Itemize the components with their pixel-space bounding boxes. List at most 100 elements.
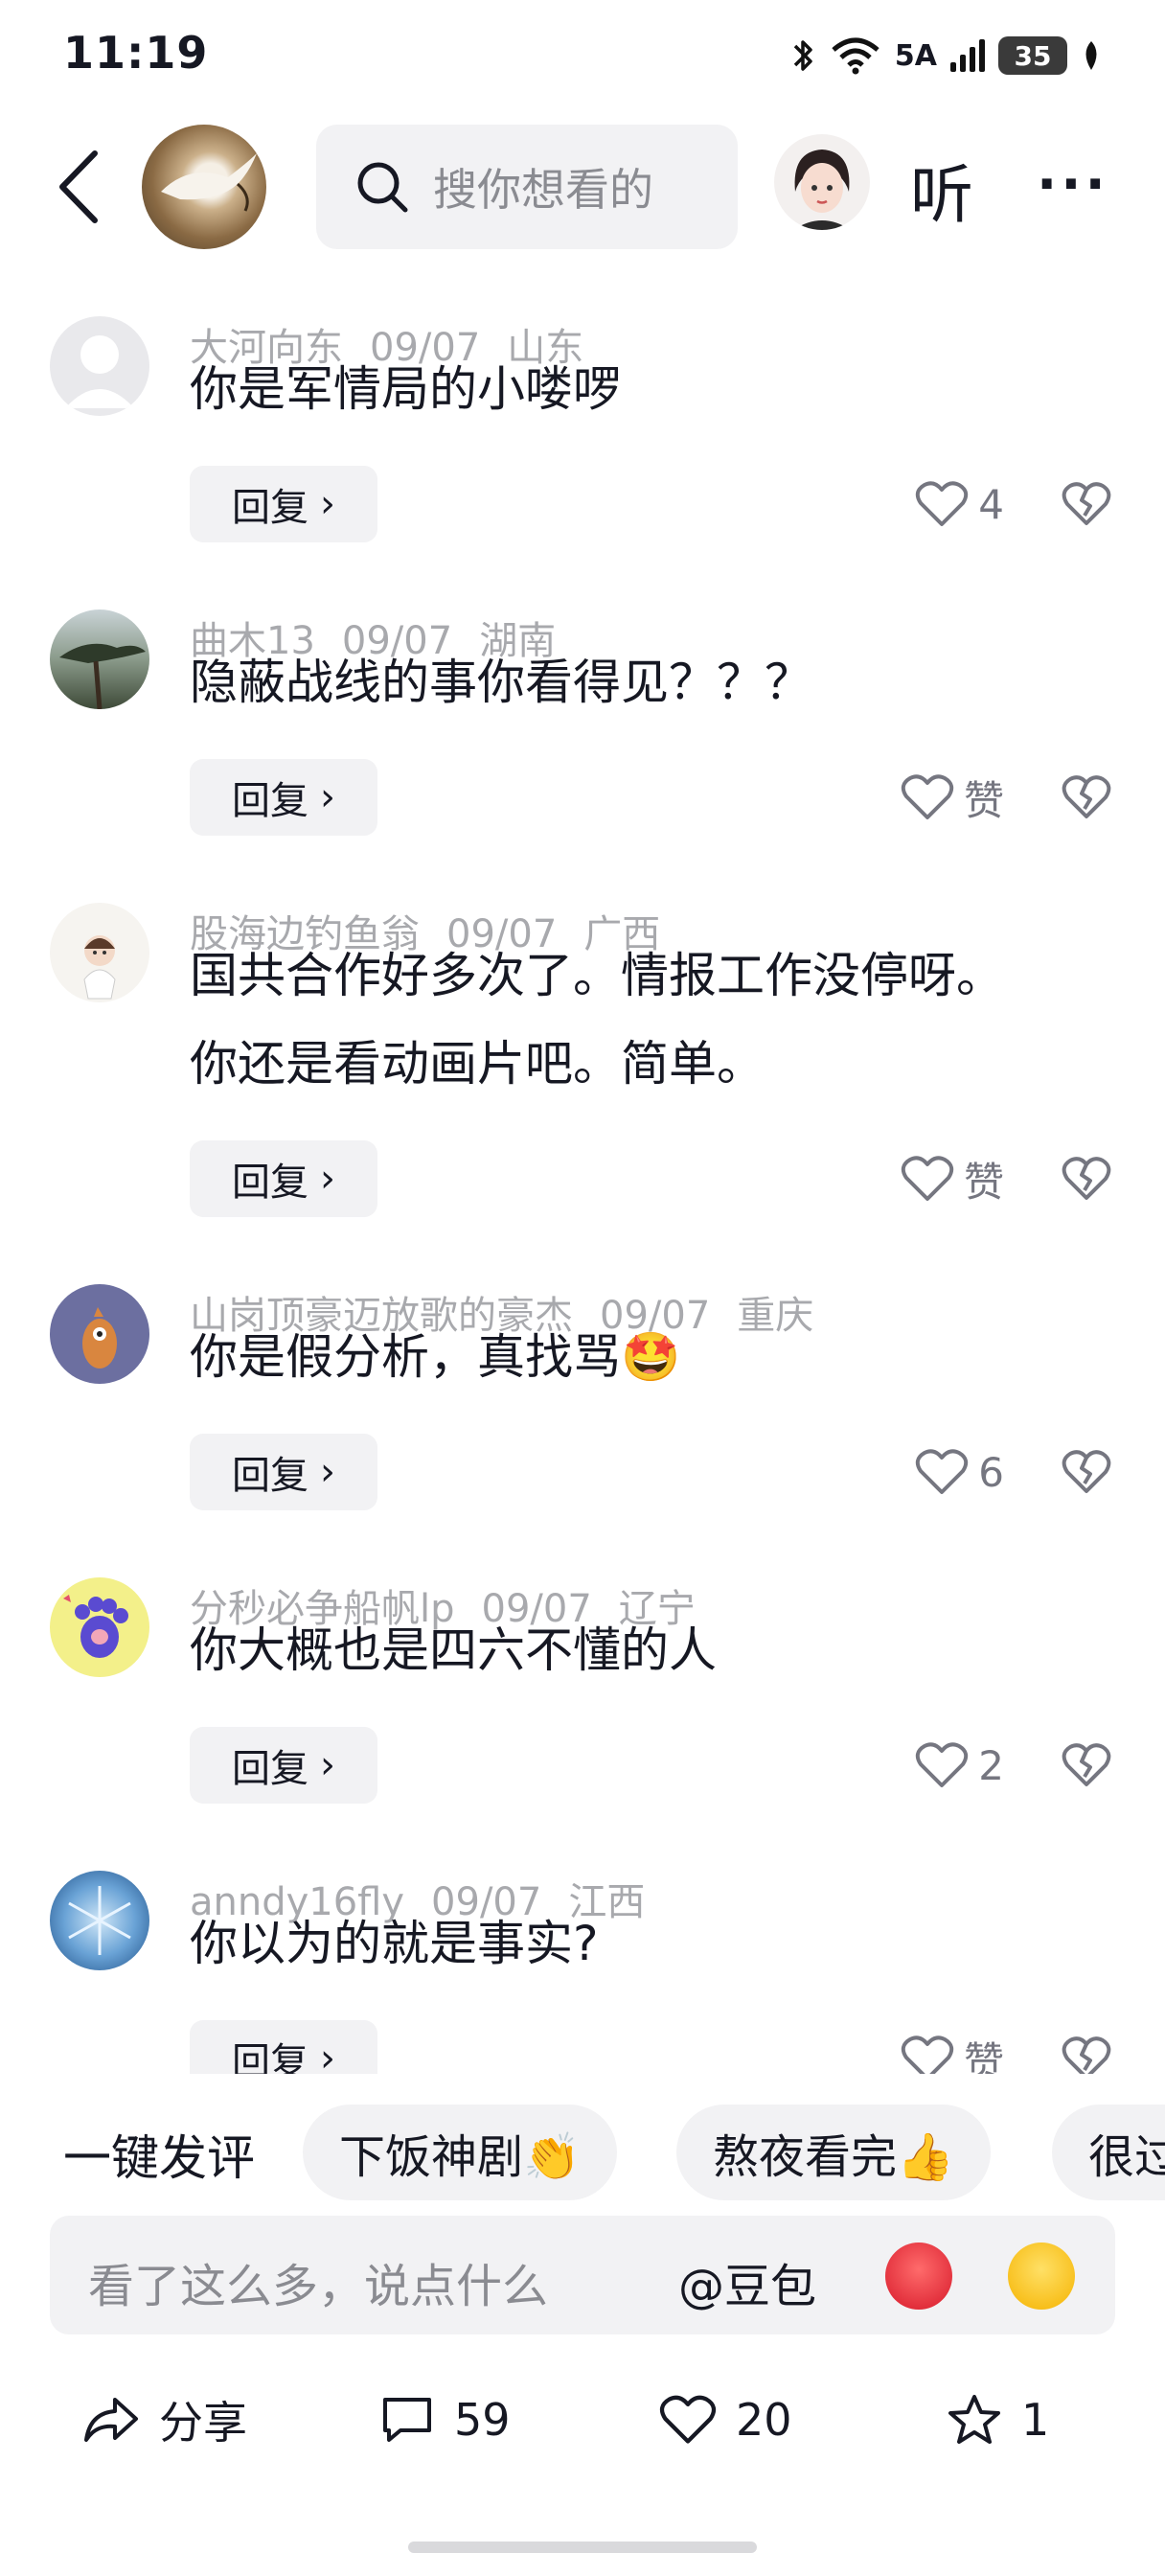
like-video-button[interactable]: 20: [659, 2377, 792, 2463]
like-button[interactable]: 6: [915, 1434, 1004, 1510]
quick-comment-bar: 一键发评 下饭神剧👏 熬夜看完👍 很过: [0, 2099, 1165, 2204]
like-count: 赞: [963, 2037, 1004, 2075]
broken-heart-icon: [1062, 775, 1111, 818]
action-bar: 分享 59 20 1: [0, 2377, 1165, 2463]
comment-text: 国共合作好多次了。情报工作没停呀。: [190, 948, 1004, 1003]
reply-button[interactable]: 回复 ›: [190, 2020, 377, 2074]
pine-tree-icon: [59, 643, 146, 709]
quick-comment-chip[interactable]: 下饭神剧👏: [303, 2104, 617, 2200]
heart-icon: [916, 481, 969, 526]
comment-region: 重庆: [737, 1294, 814, 1338]
chevron-right-icon: ›: [320, 1157, 335, 1201]
chevron-right-icon: ›: [320, 1450, 335, 1494]
user-avatar[interactable]: [50, 1577, 149, 1677]
dislike-button[interactable]: [1058, 2020, 1115, 2074]
comment-text: 你以为的就是事实?: [190, 1916, 599, 1971]
leaf-icon: [1085, 41, 1097, 70]
reply-button[interactable]: 回复 ›: [190, 466, 377, 542]
search-placeholder: 搜你想看的: [433, 164, 653, 216]
home-indicator[interactable]: [408, 2542, 757, 2553]
like-count: 赞: [963, 776, 1004, 824]
reply-label: 回复: [232, 779, 308, 823]
user-avatar[interactable]: [50, 1871, 149, 1970]
broken-heart-icon: [1062, 2036, 1111, 2074]
reply-button[interactable]: 回复 ›: [190, 1140, 377, 1217]
like-button[interactable]: 2: [915, 1727, 1004, 1804]
share-button[interactable]: 分享: [82, 2377, 247, 2463]
angry-emoji-icon[interactable]: [885, 2242, 952, 2310]
listen-button[interactable]: 听: [910, 144, 973, 236]
reply-label: 回复: [232, 486, 308, 530]
heart-icon: [901, 774, 954, 819]
mention-doubao-button[interactable]: @豆包: [678, 2248, 816, 2315]
like-button[interactable]: 赞: [901, 1140, 1004, 1217]
like-button[interactable]: 赞: [901, 2020, 1004, 2074]
like-count: 2: [978, 1741, 1004, 1789]
dislike-button[interactable]: [1058, 759, 1115, 836]
cartoon-bird-icon: [82, 1307, 117, 1368]
status-icons: 5A 35: [791, 33, 1102, 79]
like-count: 赞: [963, 1158, 1004, 1206]
comment-count: 59: [454, 2394, 511, 2446]
user-avatar[interactable]: [50, 1284, 149, 1384]
broken-heart-icon: [1062, 1743, 1111, 1786]
goose-icon: [161, 153, 257, 212]
snowflake-icon: [68, 1886, 131, 1955]
reply-label: 回复: [232, 2040, 308, 2074]
like-total: 20: [736, 2394, 792, 2446]
status-time: 11:19: [63, 27, 209, 79]
search-icon: [357, 162, 408, 213]
favorite-button[interactable]: 1: [947, 2377, 1049, 2463]
reply-label: 回复: [232, 1747, 308, 1791]
user-avatar[interactable]: [50, 903, 149, 1002]
comment-text: 你大概也是四六不懂的人: [190, 1622, 717, 1678]
cat-paw-icon: [63, 1595, 128, 1658]
search-input[interactable]: 搜你想看的: [316, 125, 738, 249]
comment-input[interactable]: 看了这么多，说点什么 @豆包: [50, 2216, 1115, 2334]
reply-button[interactable]: 回复 ›: [190, 759, 377, 836]
comment-item: 曲木13 09/07 湖南 隐蔽战线的事你看得见？？？ 回复 › 赞: [0, 610, 1165, 849]
comment-item: 股海边钓鱼翁 09/07 广西 国共合作好多次了。情报工作没停呀。 你还是看动画片吧…: [0, 903, 1165, 1229]
assistant-avatar[interactable]: [774, 134, 870, 230]
broken-heart-icon: [1062, 1157, 1111, 1200]
user-avatar[interactable]: [50, 316, 149, 416]
comment-text: 你是军情局的小喽啰: [190, 361, 621, 417]
comment-text: 隐蔽战线的事你看得见？？？: [190, 655, 812, 710]
cartoon-girl-icon: [83, 935, 116, 1000]
back-button[interactable]: [50, 144, 107, 230]
comment-item: 大河向东 09/07 山东 你是军情局的小喽啰 回复 › 4: [0, 316, 1165, 556]
broken-heart-icon: [1062, 1450, 1111, 1493]
more-button[interactable]: ···: [1037, 153, 1109, 216]
like-count: 6: [978, 1448, 1004, 1496]
user-avatar[interactable]: [50, 610, 149, 709]
heart-icon: [901, 1156, 954, 1201]
like-button[interactable]: 赞: [901, 759, 1004, 836]
like-button[interactable]: 4: [915, 466, 1004, 542]
reply-button[interactable]: 回复 ›: [190, 1727, 377, 1804]
quick-comment-chip[interactable]: 很过: [1052, 2104, 1165, 2200]
battery-level: 35: [1014, 39, 1052, 72]
dislike-button[interactable]: [1058, 1140, 1115, 1217]
laughing-emoji-icon[interactable]: [1008, 2242, 1075, 2310]
girl-avatar-icon: [793, 150, 851, 230]
comments-button[interactable]: 59: [379, 2377, 511, 2463]
quick-comment-chip[interactable]: 熬夜看完👍: [676, 2104, 991, 2200]
heart-icon: [916, 1742, 969, 1787]
author-avatar[interactable]: [142, 125, 266, 249]
comment-text-line-2: 你还是看动画片吧。简单。: [190, 1036, 765, 1092]
quick-comment-label: 一键发评: [63, 2130, 255, 2186]
wifi-icon: [832, 37, 879, 75]
dislike-button[interactable]: [1058, 1727, 1115, 1804]
heart-icon: [901, 2036, 954, 2074]
like-count: 4: [978, 480, 1004, 528]
chevron-right-icon: ›: [320, 1743, 335, 1787]
dislike-button[interactable]: [1058, 466, 1115, 542]
dislike-button[interactable]: [1058, 1434, 1115, 1510]
broken-heart-icon: [1062, 482, 1111, 525]
reply-button[interactable]: 回复 ›: [190, 1434, 377, 1510]
signal-icon: [950, 39, 985, 72]
chevron-right-icon: ›: [320, 775, 335, 819]
star-icon: [948, 2395, 1000, 2444]
bluetooth-icon: [793, 40, 812, 71]
comment-text: 你是假分析，真找骂🤩: [190, 1329, 681, 1385]
